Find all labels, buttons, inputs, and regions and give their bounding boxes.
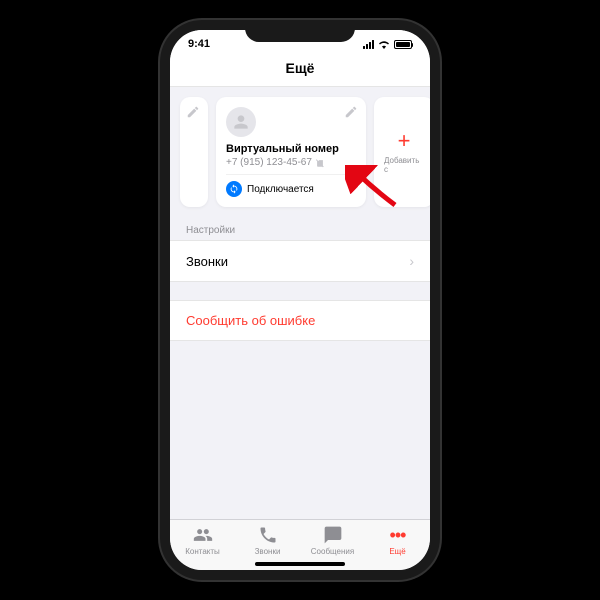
- chat-icon: [322, 524, 344, 546]
- tab-messages[interactable]: Сообщения: [300, 524, 365, 556]
- pencil-icon[interactable]: [344, 105, 358, 119]
- add-label: Добавить с: [384, 156, 424, 174]
- screen: 9:41 Ещё: [170, 30, 430, 570]
- content-area: Виртуальный номер +7 (915) 123-45-67 Под…: [170, 87, 430, 519]
- phone-icon: [257, 524, 279, 546]
- plus-icon: +: [398, 130, 411, 152]
- pencil-icon: [186, 105, 200, 119]
- number-cards-row[interactable]: Виртуальный номер +7 (915) 123-45-67 Под…: [170, 87, 430, 217]
- home-indicator[interactable]: [255, 562, 345, 566]
- person-icon: [231, 112, 251, 132]
- battery-icon: [394, 40, 412, 49]
- settings-section-label: Настройки: [170, 217, 430, 240]
- tab-calls[interactable]: Звонки: [235, 524, 300, 556]
- report-error-button[interactable]: Сообщить об ошибке: [170, 300, 430, 341]
- signal-icon: [363, 40, 374, 49]
- virtual-number-card[interactable]: Виртуальный номер +7 (915) 123-45-67 Под…: [216, 97, 366, 207]
- page-header: Ещё: [170, 54, 430, 87]
- tab-label: Сообщения: [311, 547, 354, 556]
- calls-label: Звонки: [186, 254, 228, 269]
- chevron-right-icon: ›: [409, 253, 414, 269]
- card-status: Подключается: [226, 174, 356, 197]
- avatar: [226, 107, 256, 137]
- status-time: 9:41: [188, 38, 210, 50]
- more-icon: •••: [387, 524, 409, 546]
- tab-more[interactable]: ••• Ещё: [365, 524, 430, 556]
- page-title: Ещё: [286, 60, 315, 76]
- calls-settings-row[interactable]: Звонки ›: [170, 240, 430, 282]
- status-indicators: [363, 40, 412, 49]
- card-phone: +7 (915) 123-45-67: [226, 157, 356, 168]
- sync-icon: [226, 181, 242, 197]
- tab-label: Контакты: [185, 547, 220, 556]
- add-number-card[interactable]: + Добавить с: [374, 97, 430, 207]
- phone-number-text: +7 (915) 123-45-67: [226, 157, 312, 168]
- tab-label: Звонки: [255, 547, 281, 556]
- tab-contacts[interactable]: Контакты: [170, 524, 235, 556]
- no-sim-icon: [315, 158, 325, 168]
- report-label: Сообщить об ошибке: [186, 313, 315, 328]
- phone-frame: 9:41 Ещё: [160, 20, 440, 580]
- status-text: Подключается: [247, 184, 314, 195]
- contacts-icon: [192, 524, 214, 546]
- wifi-icon: [378, 40, 390, 49]
- number-card-prev[interactable]: [180, 97, 208, 207]
- card-title: Виртуальный номер: [226, 143, 356, 155]
- phone-notch: [245, 20, 355, 42]
- tab-label: Ещё: [389, 547, 405, 556]
